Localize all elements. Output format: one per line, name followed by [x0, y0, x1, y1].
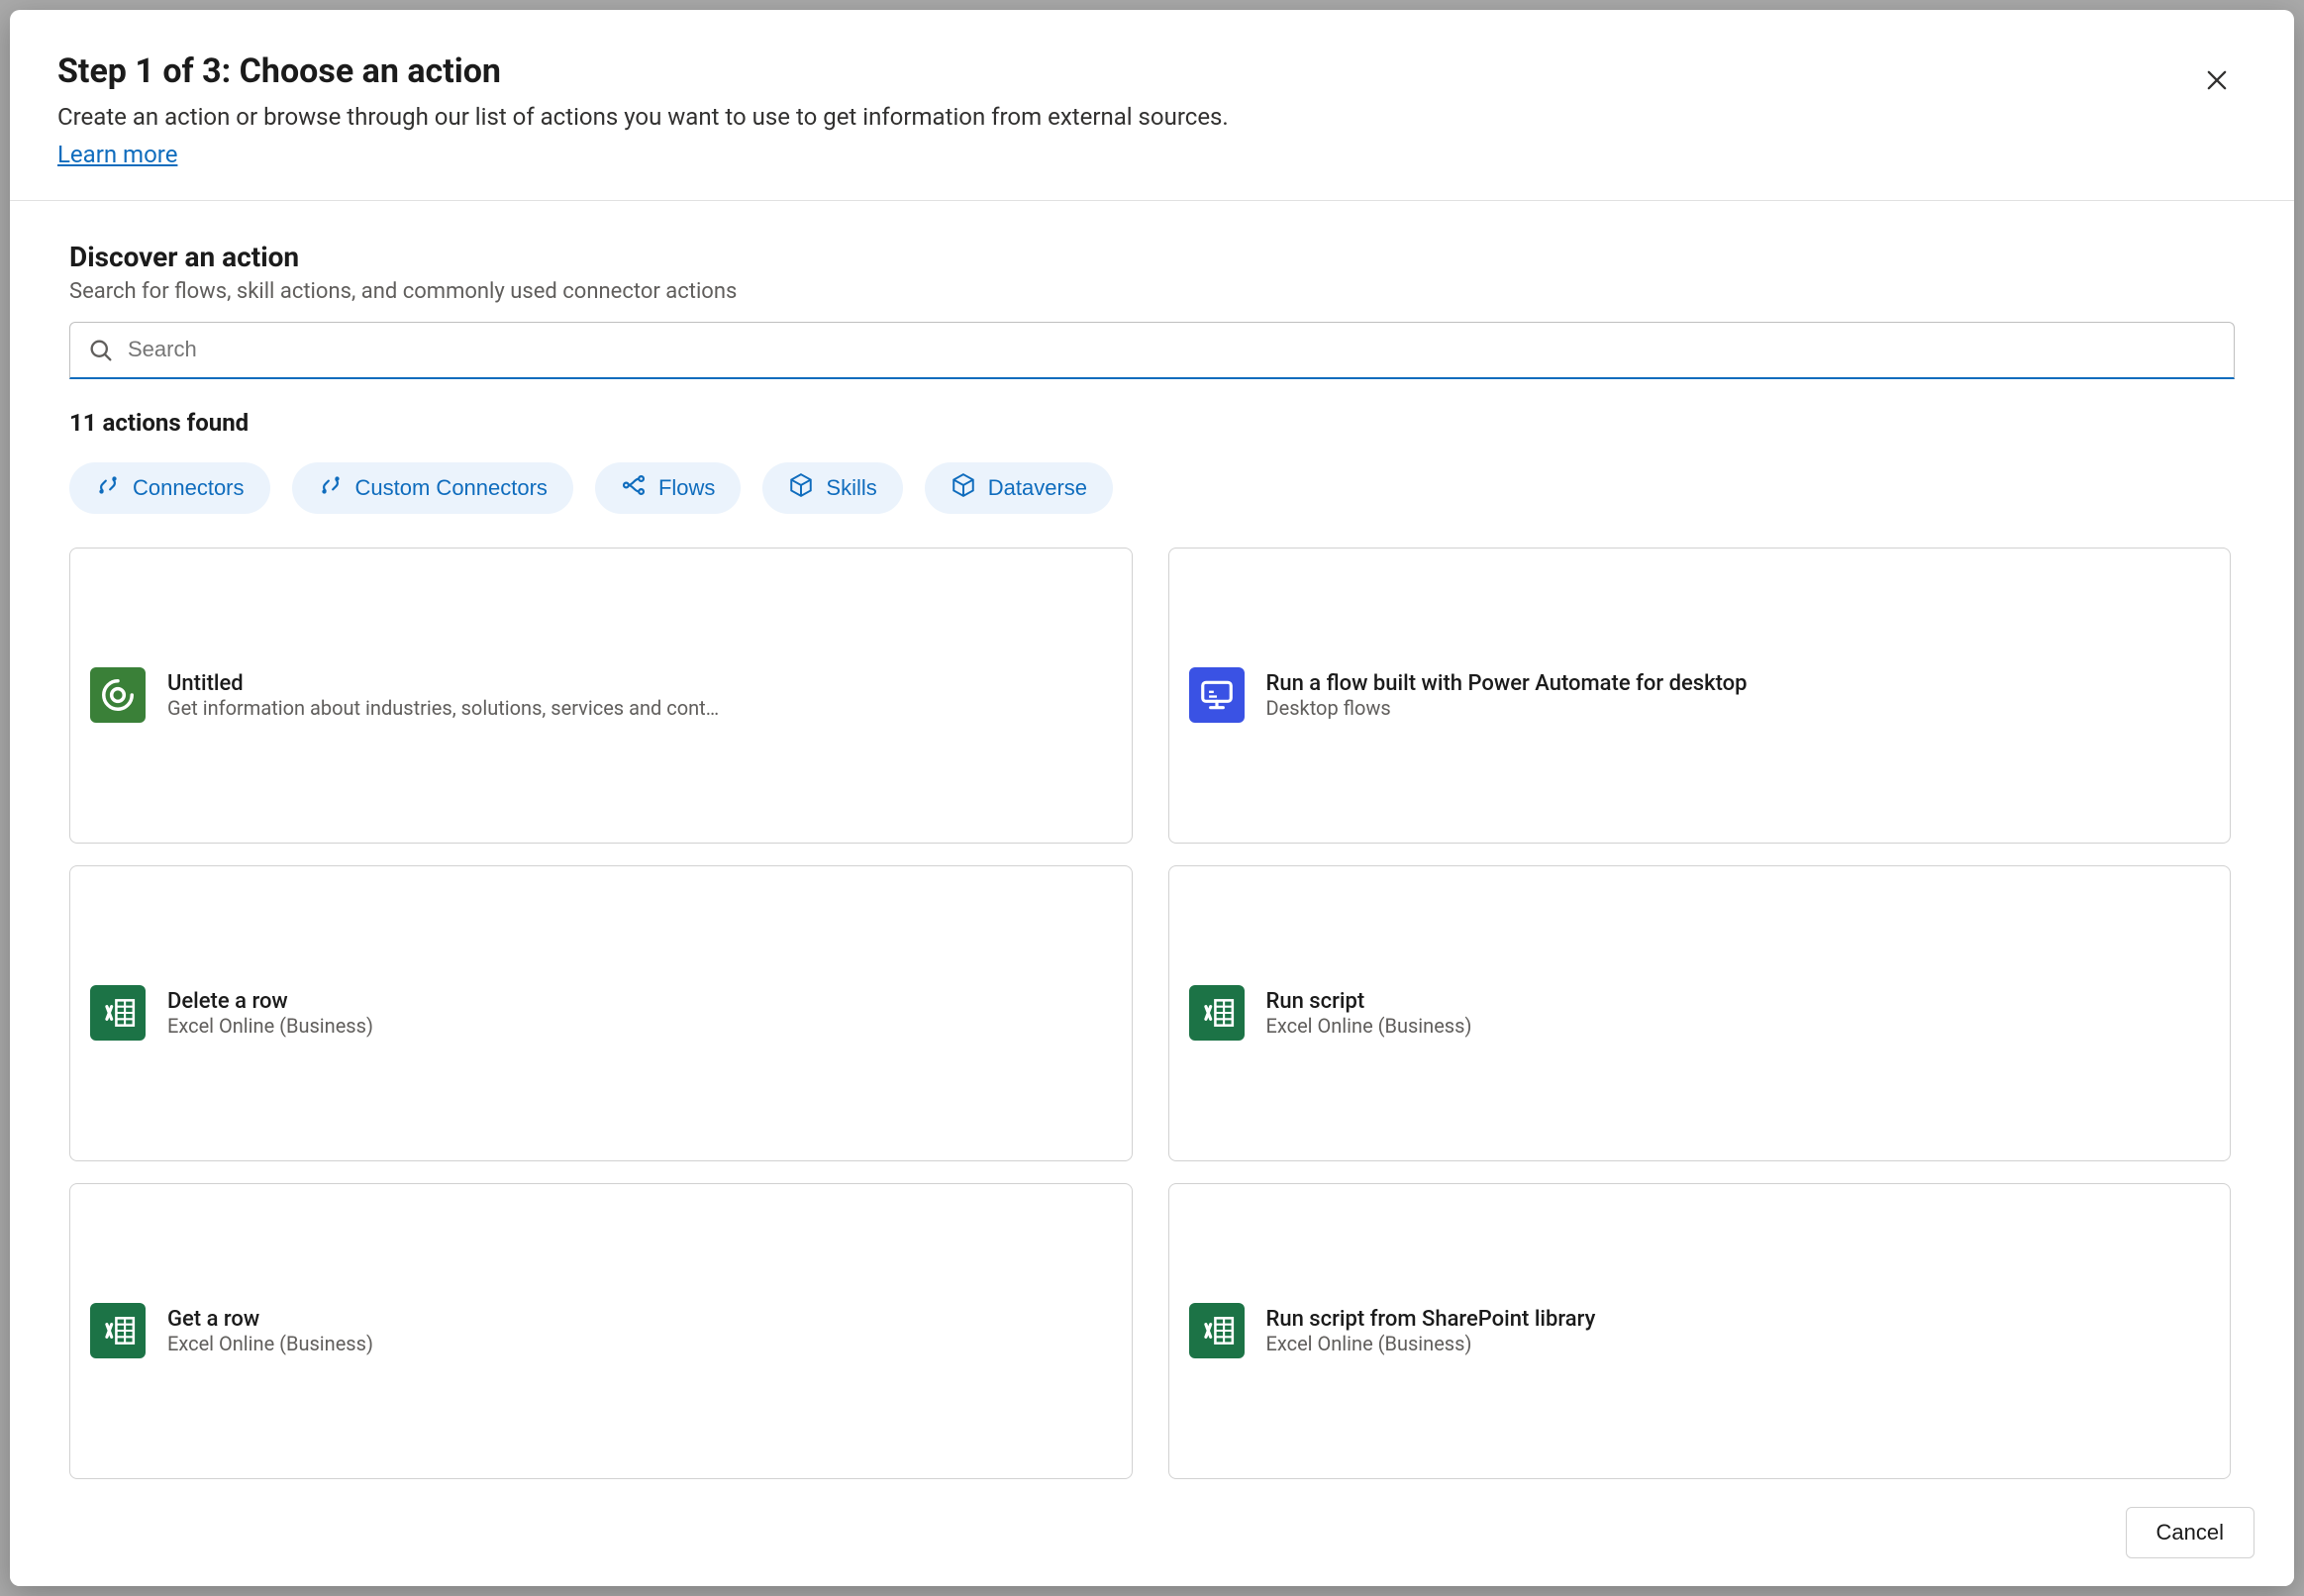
- filter-label: Connectors: [133, 475, 245, 501]
- card-body: Run a flow built with Power Automate for…: [1266, 671, 2211, 720]
- dialog-footer: Cancel: [10, 1479, 2294, 1586]
- filter-row: Connectors Custom Connectors Flows Skill…: [69, 462, 2235, 514]
- filter-skills[interactable]: Skills: [762, 462, 902, 514]
- connector-icon: [95, 472, 121, 504]
- desktop-icon: [1189, 667, 1245, 723]
- card-title: Get a row: [167, 1307, 1112, 1332]
- card-subtitle: Excel Online (Business): [167, 1014, 1112, 1038]
- filter-label: Flows: [658, 475, 715, 501]
- card-body: Untitled Get information about industrie…: [167, 671, 1112, 720]
- dialog-title: Step 1 of 3: Choose an action: [57, 51, 2247, 91]
- action-card-run-script-sp[interactable]: Run script from SharePoint library Excel…: [1168, 1183, 2232, 1479]
- filter-flows[interactable]: Flows: [595, 462, 741, 514]
- swirl-icon: [90, 667, 146, 723]
- card-body: Delete a row Excel Online (Business): [167, 989, 1112, 1038]
- dialog-header: Step 1 of 3: Choose an action Create an …: [10, 10, 2294, 201]
- search-wrap: [69, 322, 2235, 379]
- filter-label: Skills: [826, 475, 876, 501]
- discover-title: Discover an action: [69, 241, 2235, 273]
- action-card-run-pad-flow[interactable]: Run a flow built with Power Automate for…: [1168, 548, 2232, 844]
- close-button[interactable]: [2193, 57, 2241, 105]
- action-card-get-row[interactable]: Get a row Excel Online (Business): [69, 1183, 1133, 1479]
- cube-icon: [951, 472, 976, 504]
- filter-custom-connectors[interactable]: Custom Connectors: [292, 462, 573, 514]
- card-subtitle: Excel Online (Business): [167, 1332, 1112, 1355]
- dialog-body: Discover an action Search for flows, ski…: [10, 201, 2294, 1479]
- card-body: Run script from SharePoint library Excel…: [1266, 1307, 2211, 1355]
- cube-icon: [788, 472, 814, 504]
- flow-icon: [621, 472, 647, 504]
- card-subtitle: Desktop flows: [1266, 696, 2211, 720]
- filter-label: Dataverse: [988, 475, 1087, 501]
- card-title: Run a flow built with Power Automate for…: [1266, 671, 2211, 696]
- dialog-subtitle: Create an action or browse through our l…: [57, 101, 2247, 135]
- action-card-delete-row[interactable]: Delete a row Excel Online (Business): [69, 865, 1133, 1161]
- excel-icon: [90, 1303, 146, 1358]
- card-subtitle: Get information about industries, soluti…: [167, 696, 1112, 720]
- cancel-button[interactable]: Cancel: [2126, 1507, 2254, 1558]
- card-title: Delete a row: [167, 989, 1112, 1014]
- card-body: Get a row Excel Online (Business): [167, 1307, 1112, 1355]
- results-count: 11 actions found: [69, 409, 2235, 437]
- choose-action-dialog: Step 1 of 3: Choose an action Create an …: [10, 10, 2294, 1586]
- filter-dataverse[interactable]: Dataverse: [925, 462, 1113, 514]
- search-input[interactable]: [69, 322, 2235, 379]
- action-cards: Untitled Get information about industrie…: [69, 548, 2235, 1479]
- excel-icon: [1189, 1303, 1245, 1358]
- close-icon: [2203, 66, 2231, 97]
- connector-icon: [318, 472, 344, 504]
- discover-subtitle: Search for flows, skill actions, and com…: [69, 279, 2235, 304]
- card-title: Run script from SharePoint library: [1266, 1307, 2211, 1332]
- excel-icon: [90, 985, 146, 1041]
- card-title: Run script: [1266, 989, 2211, 1014]
- card-subtitle: Excel Online (Business): [1266, 1332, 2211, 1355]
- excel-icon: [1189, 985, 1245, 1041]
- card-body: Run script Excel Online (Business): [1266, 989, 2211, 1038]
- filter-label: Custom Connectors: [355, 475, 548, 501]
- filter-connectors[interactable]: Connectors: [69, 462, 270, 514]
- action-card-untitled[interactable]: Untitled Get information about industrie…: [69, 548, 1133, 844]
- card-title: Untitled: [167, 671, 1112, 696]
- learn-more-link[interactable]: Learn more: [57, 141, 177, 168]
- action-card-run-script[interactable]: Run script Excel Online (Business): [1168, 865, 2232, 1161]
- card-subtitle: Excel Online (Business): [1266, 1014, 2211, 1038]
